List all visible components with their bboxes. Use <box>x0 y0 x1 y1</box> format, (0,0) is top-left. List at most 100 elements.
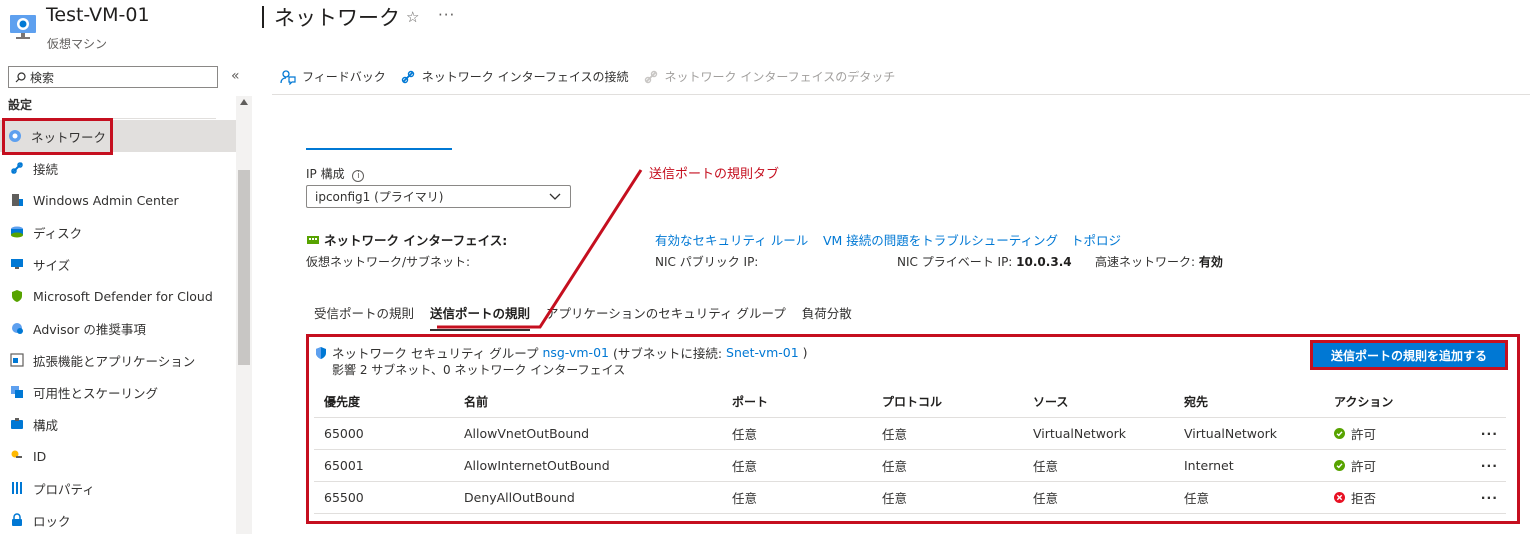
outbound-rules-table: 優先度 名前 ポート プロトコル ソース 宛先 アクション 65000 Allo… <box>314 387 1506 514</box>
cell-priority: 65500 <box>314 481 454 514</box>
detach-label: ネットワーク インターフェイスのデタッチ <box>664 70 896 84</box>
add-outbound-rule-button[interactable]: 送信ポートの規則を追加する <box>1310 340 1508 370</box>
cell-priority: 65001 <box>314 449 454 482</box>
col-protocol[interactable]: プロトコル <box>872 387 1023 418</box>
sidebar-item-label: Advisor の推奨事項 <box>33 321 146 337</box>
selected-nic-tab-indicator <box>306 148 452 150</box>
deny-circle-icon <box>1334 491 1345 503</box>
nsg-info: ネットワーク セキュリティ グループ nsg-vm-01 (サブネットに接続: … <box>314 343 808 362</box>
sidebar-item-connect[interactable]: 接続 <box>0 152 236 184</box>
row-more-icon[interactable]: ··· <box>1424 417 1506 450</box>
cell-name: AllowVnetOutBound <box>454 417 722 450</box>
table-row[interactable]: 65500 DenyAllOutBound 任意 任意 任意 任意 拒否 ··· <box>314 481 1506 514</box>
sidebar-item-network[interactable]: ネットワーク <box>0 117 236 155</box>
scrollbar-thumb[interactable] <box>238 170 250 365</box>
tab-inbound-rules[interactable]: 受信ポートの規則 <box>306 303 422 325</box>
search-input[interactable]: 検索 <box>8 66 218 88</box>
toolbar: フィードバック ネットワーク インターフェイスの接続 ネットワーク インターフェ… <box>280 68 909 85</box>
private-ip-label: NIC プライベート IP: <box>897 255 1013 269</box>
page-title-text: ネットワーク <box>274 6 400 30</box>
sidebar-item-lock[interactable]: ロック <box>0 504 236 534</box>
subnet-link[interactable]: Snet-vm-01 <box>726 345 799 360</box>
topology-link[interactable]: トポロジ <box>1071 230 1121 249</box>
col-priority[interactable]: 優先度 <box>314 387 454 418</box>
sidebar-item-properties[interactable]: プロパティ <box>0 472 236 504</box>
row-more-icon[interactable]: ··· <box>1424 449 1506 482</box>
nsg-attached-suffix: ) <box>802 345 808 360</box>
sidebar-item-configuration[interactable]: 構成 <box>0 408 236 440</box>
action-label: 許可 <box>1351 426 1377 442</box>
sidebar-item-label: サイズ <box>33 257 71 273</box>
col-port[interactable]: ポート <box>722 387 872 418</box>
effective-security-rules-link[interactable]: 有効なセキュリティ ルール <box>655 230 808 249</box>
more-icon[interactable]: ··· <box>438 6 455 24</box>
cell-name: AllowInternetOutBound <box>454 449 722 482</box>
tab-outbound-rules[interactable]: 送信ポートの規則 <box>422 303 538 331</box>
col-source[interactable]: ソース <box>1023 387 1174 418</box>
connect-icon <box>9 160 25 176</box>
extensions-icon <box>9 352 25 368</box>
sidebar-item-size[interactable]: サイズ <box>0 248 236 280</box>
accel-value: 有効 <box>1198 255 1223 269</box>
sidebar-item-label: 拡張機能とアプリケーション <box>33 353 196 369</box>
identity-icon <box>9 448 25 464</box>
sidebar-item-label: ディスク <box>33 225 83 241</box>
tab-load-balancing[interactable]: 負荷分散 <box>794 303 860 325</box>
cell-priority: 65000 <box>314 417 454 450</box>
size-icon <box>9 256 25 272</box>
network-icon <box>7 128 23 144</box>
sidebar-item-label: 構成 <box>33 417 59 433</box>
sidebar-item-extensions[interactable]: 拡張機能とアプリケーション <box>0 344 236 376</box>
action-label: 拒否 <box>1351 490 1377 506</box>
sidebar-item-label: 接続 <box>33 161 59 177</box>
cell-port: 任意 <box>722 417 872 450</box>
sidebar-item-advisor[interactable]: Advisor の推奨事項 <box>0 312 236 344</box>
cell-destination: Internet <box>1174 449 1324 482</box>
sidebar-item-identity[interactable]: ID <box>0 440 236 472</box>
info-icon[interactable]: i <box>352 170 365 182</box>
col-destination[interactable]: 宛先 <box>1174 387 1324 418</box>
cell-action: 許可 <box>1324 417 1424 450</box>
nic-label: ネットワーク インターフェイス: <box>306 230 507 249</box>
troubleshoot-link[interactable]: VM 接続の問題をトラブルシューティング <box>823 230 1058 249</box>
accel-label: 高速ネットワーク: <box>1095 255 1196 269</box>
availability-icon <box>9 384 25 400</box>
private-ip-value: 10.0.3.4 <box>1016 255 1072 269</box>
section-header: 設定 <box>8 98 33 112</box>
sidebar-item-admin-center[interactable]: Windows Admin Center <box>0 184 236 216</box>
nsg-link[interactable]: nsg-vm-01 <box>542 345 609 360</box>
configuration-icon <box>9 416 25 432</box>
detach-nic-button[interactable]: ネットワーク インターフェイスのデタッチ <box>643 68 896 85</box>
sidebar-item-disk[interactable]: ディスク <box>0 216 236 248</box>
sidebar-item-label: プロパティ <box>33 481 95 497</box>
col-name[interactable]: 名前 <box>454 387 722 418</box>
table-header-row: 優先度 名前 ポート プロトコル ソース 宛先 アクション <box>314 387 1506 418</box>
attach-nic-button[interactable]: ネットワーク インターフェイスの接続 <box>400 68 629 85</box>
attach-label: ネットワーク インターフェイスの接続 <box>421 70 629 84</box>
ip-config-value: ipconfig1 (プライマリ) <box>315 190 444 204</box>
ip-config-dropdown[interactable]: ipconfig1 (プライマリ) <box>306 185 571 208</box>
tab-app-security-groups[interactable]: アプリケーションのセキュリティ グループ <box>538 303 794 325</box>
lock-icon <box>9 512 25 528</box>
shield-icon <box>316 346 326 359</box>
row-more-icon[interactable]: ··· <box>1424 481 1506 514</box>
star-icon[interactable]: ☆ <box>406 8 419 26</box>
cell-port: 任意 <box>722 481 872 514</box>
col-action[interactable]: アクション <box>1324 387 1424 418</box>
sidebar-item-defender[interactable]: Microsoft Defender for Cloud <box>0 280 236 312</box>
toolbar-divider <box>272 94 1530 95</box>
sidebar-item-availability[interactable]: 可用性とスケーリング <box>0 376 236 408</box>
chevron-down-icon <box>549 193 561 200</box>
nsg-prefix: ネットワーク セキュリティ グループ <box>332 346 539 361</box>
table-row[interactable]: 65001 AllowInternetOutBound 任意 任意 任意 Int… <box>314 449 1506 482</box>
admin-center-icon <box>9 192 25 208</box>
table-row[interactable]: 65000 AllowVnetOutBound 任意 任意 VirtualNet… <box>314 417 1506 450</box>
feedback-button[interactable]: フィードバック <box>280 68 386 85</box>
scroll-up-icon[interactable] <box>240 99 248 105</box>
vm-type: 仮想マシン <box>47 37 108 51</box>
sidebar-item-label: 可用性とスケーリング <box>33 385 159 401</box>
cell-source: 任意 <box>1023 449 1174 482</box>
cell-action: 許可 <box>1324 449 1424 482</box>
collapse-icon[interactable]: « <box>231 68 240 84</box>
public-ip-label: NIC パブリック IP: <box>655 255 759 269</box>
